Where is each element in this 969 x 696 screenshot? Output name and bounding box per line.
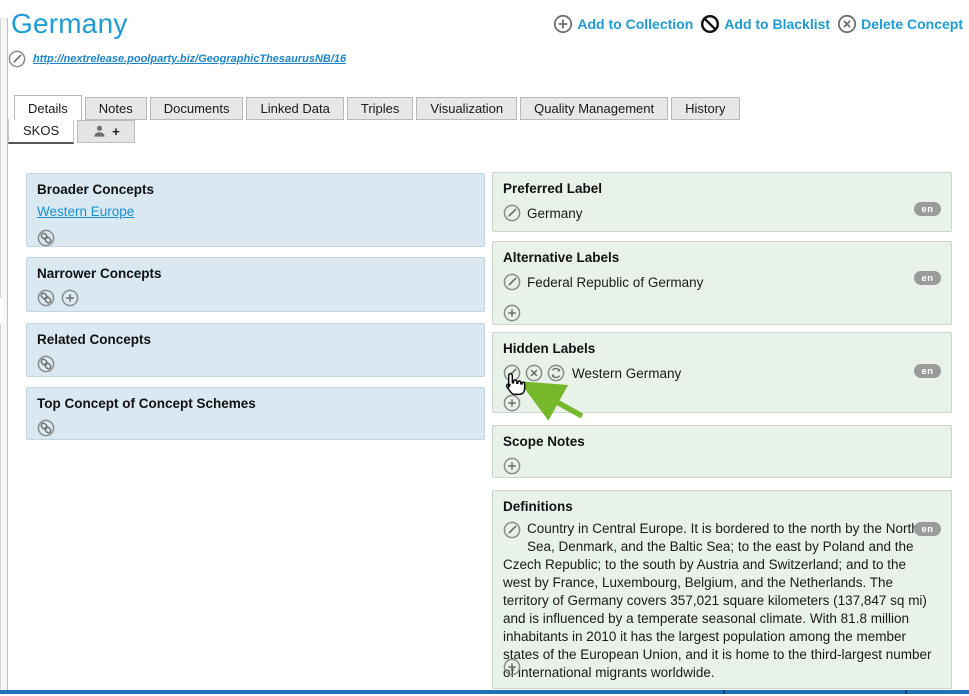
panel-title: Preferred Label bbox=[503, 181, 941, 196]
splitter-tick bbox=[723, 690, 725, 694]
panel-title: Related Concepts bbox=[37, 332, 474, 347]
tab-documents[interactable]: Documents bbox=[150, 97, 244, 120]
tab-quality-management[interactable]: Quality Management bbox=[520, 97, 668, 120]
add-icon[interactable] bbox=[503, 304, 521, 322]
edit-icon[interactable] bbox=[503, 273, 521, 291]
panel-title: Top Concept of Concept Schemes bbox=[37, 396, 474, 411]
subtab-add-custom-scheme[interactable]: + bbox=[77, 120, 135, 143]
person-icon bbox=[92, 124, 107, 139]
concept-uri-link[interactable]: http://nextrelease.poolparty.biz/Geograp… bbox=[33, 53, 346, 65]
panel-title: Narrower Concepts bbox=[37, 266, 474, 281]
scope-notes-panel: Scope Notes bbox=[492, 425, 952, 478]
tab-linked-data[interactable]: Linked Data bbox=[246, 97, 343, 120]
language-badge: en bbox=[914, 271, 941, 285]
add-circle-icon bbox=[553, 14, 573, 34]
delete-icon[interactable] bbox=[525, 364, 543, 382]
tab-history[interactable]: History bbox=[671, 97, 739, 120]
alternative-labels-panel: Alternative Labels Federal Republic of G… bbox=[492, 241, 952, 325]
tab-visualization[interactable]: Visualization bbox=[416, 97, 517, 120]
delete-circle-icon bbox=[837, 14, 857, 34]
language-badge: en bbox=[914, 364, 941, 378]
tab-details[interactable]: Details bbox=[14, 95, 82, 120]
convert-icon[interactable] bbox=[547, 364, 565, 382]
link-icon[interactable] bbox=[37, 229, 55, 247]
add-icon[interactable] bbox=[503, 394, 521, 412]
schema-subtab-bar: SKOS + bbox=[8, 119, 135, 144]
related-concepts-panel: Related Concepts bbox=[26, 323, 485, 377]
edit-icon[interactable] bbox=[8, 50, 26, 68]
panel-title: Alternative Labels bbox=[503, 250, 941, 265]
add-to-collection-button[interactable]: Add to Collection bbox=[553, 14, 693, 34]
narrower-concepts-panel: Narrower Concepts bbox=[26, 257, 485, 312]
edit-icon[interactable] bbox=[503, 364, 521, 382]
preferred-label-value: Germany bbox=[527, 206, 583, 221]
splitter-grip[interactable] bbox=[0, 298, 3, 324]
broader-concept-link[interactable]: Western Europe bbox=[37, 204, 134, 219]
tree-panel-splitter[interactable] bbox=[0, 18, 8, 690]
header-actions: Add to Collection Add to Blacklist Delet… bbox=[553, 14, 963, 34]
definition-text: Country in Central Europe. It is bordere… bbox=[503, 520, 941, 682]
tab-notes[interactable]: Notes bbox=[85, 97, 147, 120]
tab-triples[interactable]: Triples bbox=[347, 97, 414, 120]
page-title: Germany bbox=[11, 8, 128, 40]
delete-concept-button[interactable]: Delete Concept bbox=[837, 14, 963, 34]
blacklist-icon bbox=[700, 14, 720, 34]
edit-icon[interactable] bbox=[503, 521, 521, 539]
preferred-label-panel: Preferred Label Germany en bbox=[492, 172, 952, 232]
poolparty-concept-details-page: Germany http://nextrelease.poolparty.biz… bbox=[0, 0, 969, 696]
splitter-tick bbox=[905, 690, 907, 694]
language-badge: en bbox=[914, 202, 941, 216]
hidden-label-value: Western Germany bbox=[572, 366, 681, 381]
edit-icon[interactable] bbox=[503, 204, 521, 222]
add-to-blacklist-button[interactable]: Add to Blacklist bbox=[700, 14, 830, 34]
hidden-labels-panel: Hidden Labels Western Germany en bbox=[492, 332, 952, 413]
add-icon[interactable] bbox=[61, 289, 79, 307]
top-concept-panel: Top Concept of Concept Schemes bbox=[26, 387, 485, 440]
link-icon[interactable] bbox=[37, 289, 55, 307]
add-icon[interactable] bbox=[503, 457, 521, 475]
concept-uri-row: http://nextrelease.poolparty.biz/Geograp… bbox=[8, 50, 346, 68]
add-icon[interactable] bbox=[503, 658, 521, 676]
definition-value: Country in Central Europe. It is bordere… bbox=[503, 521, 932, 680]
link-icon[interactable] bbox=[37, 419, 55, 437]
panel-title: Hidden Labels bbox=[503, 341, 941, 356]
main-tab-bar: Details Notes Documents Linked Data Trip… bbox=[14, 95, 740, 120]
definitions-panel: Definitions Country in Central Europe. I… bbox=[492, 490, 952, 689]
link-icon[interactable] bbox=[37, 355, 55, 373]
horizontal-splitter-bar[interactable] bbox=[0, 690, 969, 694]
panel-title: Definitions bbox=[503, 499, 941, 514]
alternative-label-value: Federal Republic of Germany bbox=[527, 275, 703, 290]
panel-title: Broader Concepts bbox=[37, 182, 474, 197]
panel-title: Scope Notes bbox=[503, 434, 941, 449]
broader-concepts-panel: Broader Concepts Western Europe bbox=[26, 173, 485, 247]
language-badge: en bbox=[914, 522, 941, 536]
subtab-skos[interactable]: SKOS bbox=[8, 119, 74, 144]
